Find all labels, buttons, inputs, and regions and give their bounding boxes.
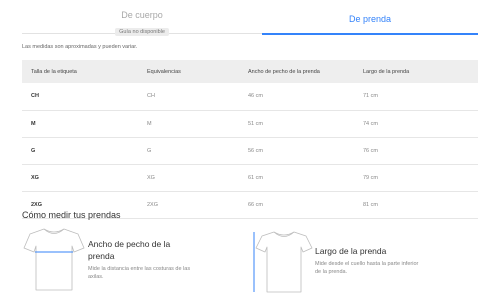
cell-length: 81 cm: [363, 191, 478, 219]
cell-length: 71 cm: [363, 83, 478, 111]
table-row: CH CH 46 cm 71 cm: [22, 83, 478, 111]
table-header-row: Talla de la etiqueta Equivalencias Ancho…: [22, 60, 478, 83]
length-guide-title: Largo de la prenda: [315, 246, 387, 256]
tab-body-label: De cuerpo: [121, 10, 163, 20]
unavailable-badge: Guía no disponible: [115, 28, 169, 36]
cell-equivalence: M: [147, 110, 248, 138]
length-measure-guide: Largo de la prenda Mide desde el cuello …: [250, 226, 478, 298]
cell-chest-width: 61 cm: [248, 164, 363, 192]
table-row: M M 51 cm 74 cm: [22, 110, 478, 138]
length-guide-description: Mide desde el cuello hasta la parte infe…: [315, 261, 419, 275]
table-row: XG XG 61 cm 79 cm: [22, 164, 478, 192]
column-header-size-label: Talla de la etiqueta: [22, 60, 147, 83]
tab-garment-label: De prenda: [348, 14, 392, 24]
table-row: G G 56 cm 76 cm: [22, 137, 478, 165]
chest-guide-title: Ancho de pecho de la prenda: [88, 239, 171, 261]
how-to-measure-title: Cómo medir tus prendas: [22, 210, 121, 220]
tab-body-measurements[interactable]: De cuerpo Guía no disponible: [22, 0, 262, 36]
active-tab-indicator: [262, 33, 478, 35]
cell-length: 79 cm: [363, 164, 478, 192]
cell-equivalence: XG: [147, 164, 248, 192]
cell-size-label: XG: [22, 164, 147, 192]
cell-equivalence: CH: [147, 83, 248, 111]
cell-size-label: M: [22, 110, 147, 138]
cell-size-label: G: [22, 137, 147, 165]
column-header-equivalence: Equivalencias: [147, 60, 248, 83]
tab-garment-measurements[interactable]: De prenda: [262, 0, 478, 35]
tshirt-length-icon: [253, 231, 313, 293]
cell-size-label: CH: [22, 83, 147, 111]
column-header-length: Largo de la prenda: [363, 60, 478, 83]
cell-equivalence: G: [147, 137, 248, 165]
chest-guide-description: Mide la distancia entre las costuras de …: [88, 266, 191, 280]
size-guide-tabs: De cuerpo Guía no disponible De prenda: [22, 0, 478, 36]
cell-chest-width: 66 cm: [248, 191, 363, 219]
cell-chest-width: 51 cm: [248, 110, 363, 138]
cell-chest-width: 46 cm: [248, 83, 363, 111]
measurement-note: Las medidas son aproximadas y pueden var…: [22, 44, 138, 50]
chest-measure-guide: Ancho de pecho de la prenda Mide la dist…: [22, 226, 232, 298]
size-table: Talla de la etiqueta Equivalencias Ancho…: [22, 60, 478, 219]
tshirt-chest-icon: [23, 228, 85, 291]
cell-equivalence: 2XG: [147, 191, 248, 219]
cell-chest-width: 56 cm: [248, 137, 363, 165]
cell-length: 76 cm: [363, 137, 478, 165]
cell-length: 74 cm: [363, 110, 478, 138]
column-header-chest-width: Ancho de pecho de la prenda: [248, 60, 363, 83]
